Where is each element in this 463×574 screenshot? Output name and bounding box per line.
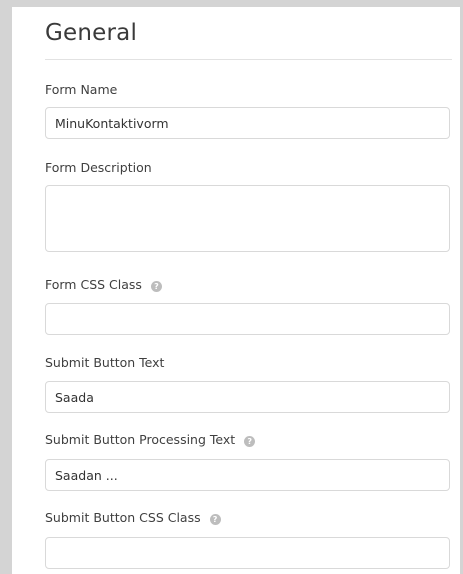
section-title: General <box>45 20 138 46</box>
submit-button-processing-text-label: Submit Button Processing Text? <box>45 432 256 448</box>
section-divider <box>45 59 452 60</box>
top-border <box>0 0 463 7</box>
form-css-class-input[interactable] <box>45 303 450 335</box>
form-name-label: Form Name <box>45 82 118 97</box>
form-description-textarea[interactable] <box>45 185 450 252</box>
form-description-label: Form Description <box>45 160 152 175</box>
general-settings-panel: General Form Name Form Description Form … <box>12 7 460 574</box>
help-icon[interactable]: ? <box>244 436 256 447</box>
form-name-input[interactable] <box>45 107 450 139</box>
submit-button-css-class-label: Submit Button CSS Class? <box>45 510 221 526</box>
form-css-class-label: Form CSS Class? <box>45 277 162 293</box>
help-icon[interactable]: ? <box>150 281 162 292</box>
submit-button-text-label: Submit Button Text <box>45 355 165 370</box>
left-border <box>0 0 12 574</box>
help-icon[interactable]: ? <box>209 514 221 525</box>
submit-button-processing-text-input[interactable] <box>45 459 450 491</box>
submit-button-text-input[interactable] <box>45 381 450 413</box>
submit-button-css-class-input[interactable] <box>45 537 450 569</box>
